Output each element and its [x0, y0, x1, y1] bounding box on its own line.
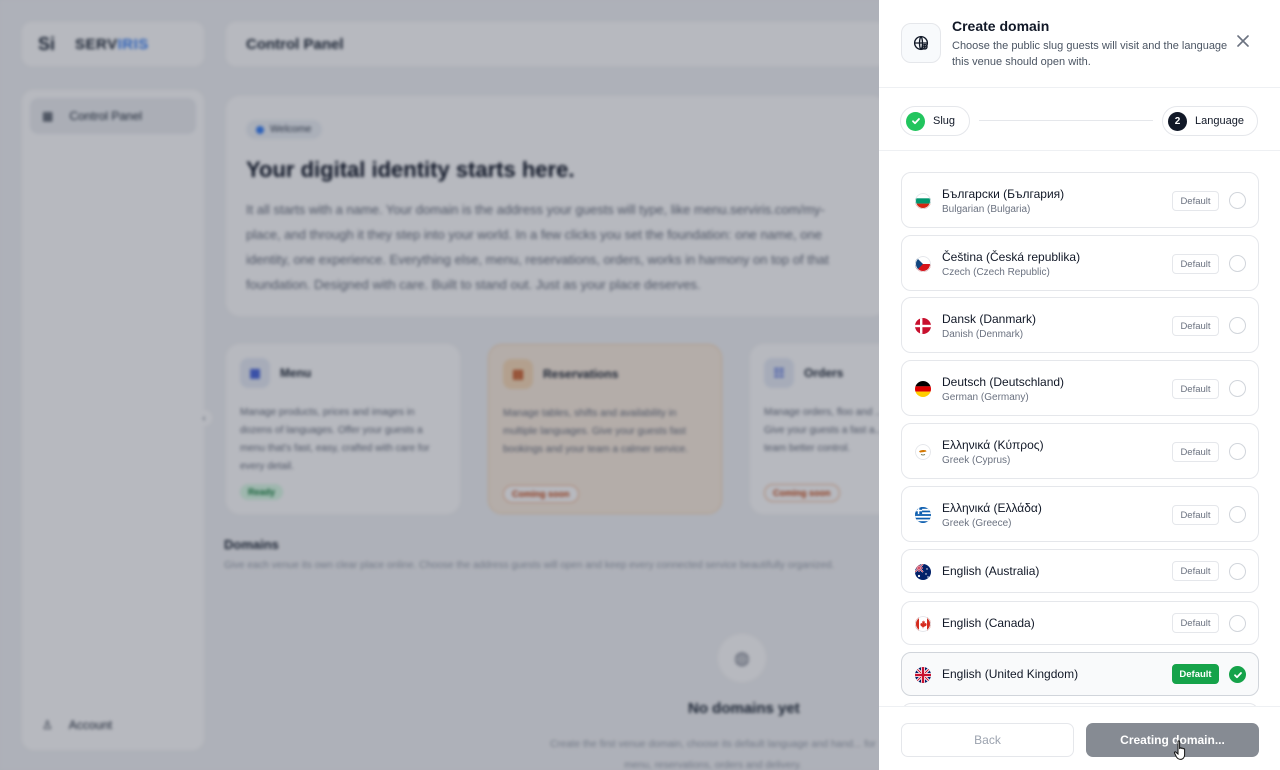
back-button[interactable]: Back [901, 723, 1074, 757]
language-radio-checked[interactable] [1229, 666, 1246, 683]
list-item[interactable]: Čeština (Česká republika) Czech (Czech R… [901, 235, 1259, 291]
list-item[interactable]: English (Canada) Default [901, 601, 1259, 645]
czech-flag-icon [915, 256, 931, 272]
united-kingdom-flag-icon [915, 667, 931, 683]
bulgaria-flag-icon [915, 193, 931, 209]
denmark-flag-icon [915, 318, 931, 334]
language-radio[interactable] [1229, 380, 1246, 397]
check-icon [906, 111, 925, 131]
drawer-subtitle: Choose the public slug guests will visit… [952, 40, 1228, 68]
step-slug[interactable]: Slug [900, 106, 970, 136]
cyprus-flag-icon [915, 444, 931, 460]
globe-icon [901, 23, 941, 63]
step-label: Language [1195, 115, 1244, 127]
language-name: Ελληνικά (Κύπρος) [942, 438, 1044, 452]
list-item[interactable]: Български (България) Bulgarian (Bulgaria… [901, 172, 1259, 228]
language-name: Čeština (Česká republika) [942, 250, 1081, 264]
language-name: English (Australia) [942, 564, 1040, 578]
language-radio[interactable] [1229, 506, 1246, 523]
default-button[interactable]: Default [1172, 613, 1219, 633]
language-name: English (Canada) [942, 616, 1035, 630]
list-item[interactable]: English (Australia) Default [901, 549, 1259, 593]
germany-flag-icon [915, 381, 931, 397]
language-radio[interactable] [1229, 255, 1246, 272]
default-button[interactable]: Default [1172, 505, 1219, 525]
default-button[interactable]: Default [1172, 316, 1219, 336]
list-item-selected[interactable]: English (United Kingdom) Default [901, 652, 1259, 696]
australia-flag-icon [915, 564, 931, 580]
language-radio[interactable] [1229, 443, 1246, 460]
default-button[interactable]: Default [1172, 442, 1219, 462]
step-label: Slug [933, 115, 956, 127]
language-radio[interactable] [1229, 317, 1246, 334]
create-domain-drawer: Create domain Choose the public slug gue… [879, 0, 1280, 770]
drawer-footer: Back Creating domain... [879, 706, 1280, 770]
stepper: Slug 2 Language [879, 89, 1280, 151]
language-name: Ελληνικά (Ελλάδα) [942, 501, 1042, 515]
language-english-name: Bulgarian (Bulgaria) [942, 204, 1031, 215]
drawer-title: Create domain [952, 18, 1050, 34]
step-number: 2 [1168, 111, 1187, 131]
language-english-name: Danish (Denmark) [942, 329, 1024, 340]
language-radio[interactable] [1229, 615, 1246, 632]
list-item[interactable]: Ελληνικά (Κύπρος) Greek (Cyprus) Default [901, 423, 1259, 479]
language-english-name: Greek (Cyprus) [942, 455, 1011, 466]
language-radio[interactable] [1229, 192, 1246, 209]
language-name: Deutsch (Deutschland) [942, 375, 1065, 389]
list-item[interactable]: Deutsch (Deutschland) German (Germany) D… [901, 360, 1259, 416]
step-language: 2 Language [1162, 106, 1258, 136]
list-item[interactable]: Ελληνικά (Ελλάδα) Greek (Greece) Default [901, 486, 1259, 542]
default-badge[interactable]: Default [1172, 664, 1219, 684]
language-name: English (United Kingdom) [942, 667, 1079, 681]
step-connector [979, 120, 1153, 121]
language-name: Dansk (Danmark) [942, 312, 1037, 326]
list-item[interactable]: Dansk (Danmark) Danish (Denmark) Default [901, 297, 1259, 353]
greece-flag-icon [915, 507, 931, 523]
default-button[interactable]: Default [1172, 379, 1219, 399]
mouse-cursor-icon [1173, 740, 1186, 760]
language-radio[interactable] [1229, 563, 1246, 580]
language-english-name: Czech (Czech Republic) [942, 267, 1050, 278]
drawer-header: Create domain Choose the public slug gue… [879, 0, 1280, 88]
language-english-name: Greek (Greece) [942, 518, 1012, 529]
close-icon[interactable] [1234, 32, 1252, 50]
language-list[interactable]: Български (България) Bulgarian (Bulgaria… [901, 172, 1259, 706]
language-english-name: German (Germany) [942, 392, 1029, 403]
canada-flag-icon [915, 616, 931, 632]
default-button[interactable]: Default [1172, 561, 1219, 581]
default-button[interactable]: Default [1172, 254, 1219, 274]
language-name: Български (България) [942, 187, 1065, 201]
default-button[interactable]: Default [1172, 191, 1219, 211]
